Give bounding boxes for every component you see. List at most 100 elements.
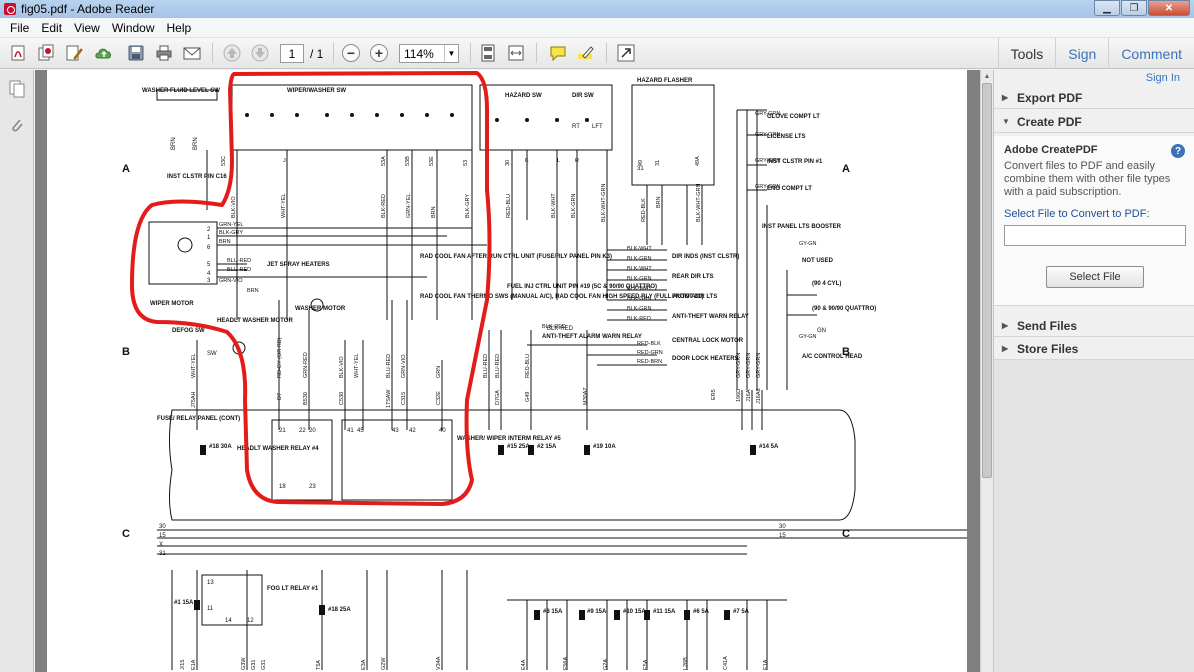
connector-id: F56A	[563, 657, 569, 670]
wire-code: GRY-GRN	[736, 353, 742, 378]
pin-label: 42	[409, 428, 416, 434]
save-icon[interactable]	[124, 42, 148, 64]
menu-window[interactable]: Window	[106, 21, 161, 35]
label-dir-inds: DIR INDS (INST CLSTR)	[672, 254, 739, 260]
menu-edit[interactable]: Edit	[35, 21, 68, 35]
connector-id: C530	[339, 392, 345, 405]
cloud-upload-icon[interactable]	[92, 42, 116, 64]
task-pane-background	[994, 360, 1194, 672]
pin-label: 21	[279, 428, 286, 434]
wire-code: GY-GN	[799, 241, 817, 247]
label-dir-sw: DIR SW	[572, 93, 594, 99]
fuse-label: #14 5A	[759, 444, 779, 450]
fit-width-icon[interactable]	[504, 42, 528, 64]
connector-id: 17SAW	[386, 389, 392, 408]
wire-code: GRN-YEL	[406, 194, 412, 218]
previous-page-icon[interactable]	[220, 42, 244, 64]
send-files-label: Send Files	[1017, 318, 1078, 333]
connector-id: D7	[277, 393, 283, 400]
wire-code: BRN	[219, 239, 231, 245]
label-rear-dir: REAR DIR LTS	[672, 274, 714, 280]
pin-label: 1	[207, 235, 211, 241]
toolbar-separator	[536, 43, 537, 63]
scrollbar-thumb[interactable]	[982, 83, 992, 478]
connector-id: J/15	[180, 660, 186, 670]
connector-id: G3W	[241, 657, 247, 670]
edit-pdf-icon[interactable]	[62, 42, 86, 64]
vertical-scrollbar[interactable]: ▲	[980, 70, 993, 672]
wire-code: BLK-VIO	[231, 196, 237, 218]
connector-id: L	[557, 158, 560, 164]
page-number-input[interactable]	[280, 44, 304, 63]
label-quattro: (90 & 90/90 QUATTRO)	[812, 306, 876, 312]
pin-label: LFT	[592, 124, 603, 130]
comment-link[interactable]: Comment	[1108, 38, 1194, 69]
chevron-right-icon: ▶	[1002, 93, 1009, 102]
fuse-label: #6 5A	[693, 609, 710, 615]
zoom-out-button[interactable]: −	[342, 44, 360, 62]
wire-code: GRY-GRN	[756, 353, 762, 378]
pin-label: 31	[637, 166, 644, 172]
pin-label: 4	[207, 271, 211, 277]
highlight-text-icon[interactable]	[574, 42, 598, 64]
wire-code: GRY-GRN	[755, 184, 780, 190]
scroll-up-arrow-icon[interactable]: ▲	[981, 70, 993, 82]
send-files-section[interactable]: ▶ Send Files	[994, 315, 1194, 337]
attachments-icon[interactable]	[8, 116, 26, 134]
sign-link[interactable]: Sign	[1055, 38, 1108, 69]
connector-id: 30	[505, 160, 511, 166]
create-pdf-panel: Adobe CreatePDF ? Convert files to PDF a…	[994, 136, 1194, 306]
wire-code: BLK-GRN	[627, 306, 651, 312]
email-icon[interactable]	[180, 42, 204, 64]
label-washer-fluid: WASHER FLUID LEVEL SW	[142, 88, 220, 94]
document-area: A A B B C C WASHER FLUID LEVEL SW WIPER/…	[35, 70, 980, 672]
minimize-button[interactable]: ▁	[1094, 0, 1120, 16]
label-hazard-sw: HAZARD SW	[505, 93, 542, 99]
wire-code: BLU-RED	[227, 258, 251, 264]
store-files-section[interactable]: ▶ Store Files	[994, 338, 1194, 360]
chevron-down-icon[interactable]: ▼	[444, 45, 458, 62]
fit-page-icon[interactable]	[476, 42, 500, 64]
menu-help[interactable]: Help	[161, 21, 198, 35]
wire-code: GRY-GRN	[755, 132, 780, 138]
export-pdf-section[interactable]: ▶ Export PDF	[994, 87, 1194, 109]
menu-view[interactable]: View	[68, 21, 106, 35]
wire-code: BRN	[431, 206, 437, 218]
fullscreen-icon[interactable]	[614, 42, 638, 64]
task-pane: Sign In ▶ Export PDF ▼ Create PDF Adobe …	[993, 70, 1194, 672]
pin-label: 2	[207, 227, 211, 233]
create-pdf-icon[interactable]	[6, 42, 30, 64]
create-pdf-section[interactable]: ▼ Create PDF	[994, 111, 1194, 133]
relay-pins: 21 22 20 41 45 43 42 40 18 23	[279, 428, 446, 490]
connector-id: K	[525, 158, 529, 164]
zoom-in-button[interactable]: +	[370, 44, 388, 62]
misc-labels: BRN BRN 31 BLK-RED SW GN	[171, 137, 826, 357]
select-file-button[interactable]: Select File	[1046, 266, 1144, 288]
restore-button[interactable]: ❐	[1121, 0, 1147, 16]
help-icon[interactable]: ?	[1171, 144, 1185, 158]
comment-note-icon[interactable]	[546, 42, 570, 64]
file-path-input[interactable]	[1004, 225, 1186, 246]
fuse-label: #7 5A	[733, 609, 750, 615]
fuse-label: #15 25A	[507, 444, 530, 450]
select-file-label: Select File to Convert to PDF:	[1004, 208, 1150, 220]
window-controls: ▁ ❐ ✕	[1093, 0, 1190, 16]
label-rad-cool-after: RAD COOL FAN AFTER RUN CTRL UNIT (FUSE/R…	[420, 254, 612, 260]
label-inst-clstr: INST CLSTR PIN C16	[167, 174, 227, 180]
menu-file[interactable]: File	[4, 21, 35, 35]
wire-code: RED-GRN	[637, 350, 663, 356]
store-files-label: Store Files	[1017, 341, 1079, 356]
pin-label: 43	[392, 428, 399, 434]
page-thumbnails-icon[interactable]	[8, 80, 26, 98]
next-page-icon[interactable]	[248, 42, 272, 64]
zoom-select[interactable]: ▼	[399, 44, 459, 63]
sign-in-link[interactable]: Sign In	[1146, 72, 1180, 84]
combine-pdf-icon-graphic	[38, 44, 54, 61]
zoom-input[interactable]	[400, 45, 444, 62]
combine-pdf-icon[interactable]	[34, 42, 58, 64]
wire-code: RED-BLU	[525, 354, 531, 378]
close-button[interactable]: ✕	[1148, 0, 1190, 16]
print-icon[interactable]	[152, 42, 176, 64]
tools-link[interactable]: Tools	[997, 38, 1056, 69]
down-arrow-icon	[251, 44, 269, 62]
